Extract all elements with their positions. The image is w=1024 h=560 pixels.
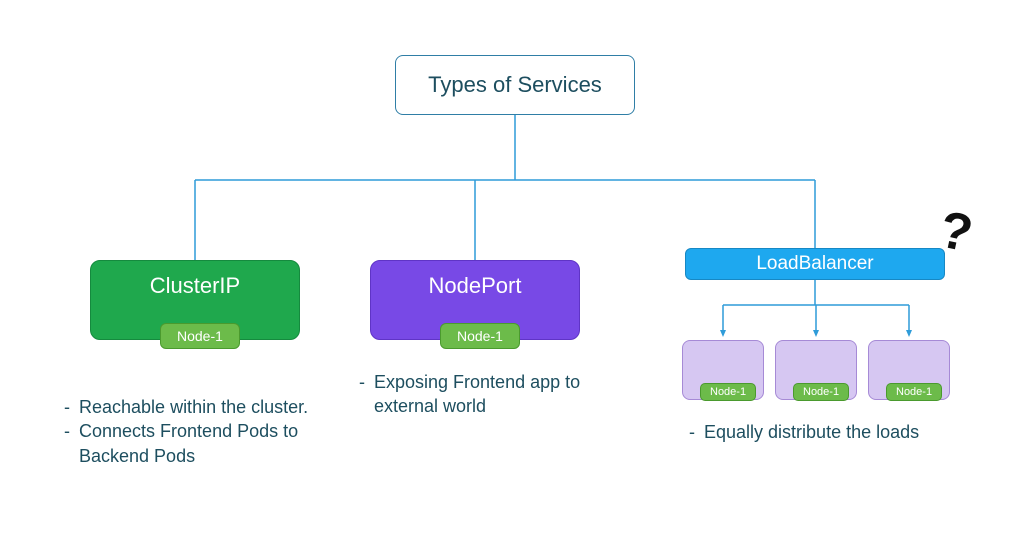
node-port-description: -Exposing Frontend app to external world — [350, 370, 610, 419]
lb-subnode-3-badge: Node-1 — [886, 383, 942, 401]
desc-text: Connects Frontend Pods to Backend Pods — [79, 419, 335, 468]
lb-subnode-1-badge: Node-1 — [700, 383, 756, 401]
desc-text: Equally distribute the loads — [704, 420, 919, 444]
node-port-label: NodePort — [429, 273, 522, 299]
cluster-ip-label: ClusterIP — [150, 273, 240, 299]
question-mark-icon: ? — [934, 199, 978, 264]
cluster-ip-badge: Node-1 — [160, 323, 240, 349]
root-label: Types of Services — [428, 72, 602, 98]
node-port-badge: Node-1 — [440, 323, 520, 349]
load-balancer-node: LoadBalancer — [685, 248, 945, 280]
root-node: Types of Services — [395, 55, 635, 115]
desc-text: Exposing Frontend app to external world — [374, 370, 610, 419]
cluster-ip-description: -Reachable within the cluster. -Connects… — [55, 395, 335, 468]
load-balancer-label: LoadBalancer — [756, 253, 873, 275]
desc-text: Reachable within the cluster. — [79, 395, 308, 419]
lb-subnode-2-badge: Node-1 — [793, 383, 849, 401]
load-balancer-description: -Equally distribute the loads — [680, 420, 980, 444]
